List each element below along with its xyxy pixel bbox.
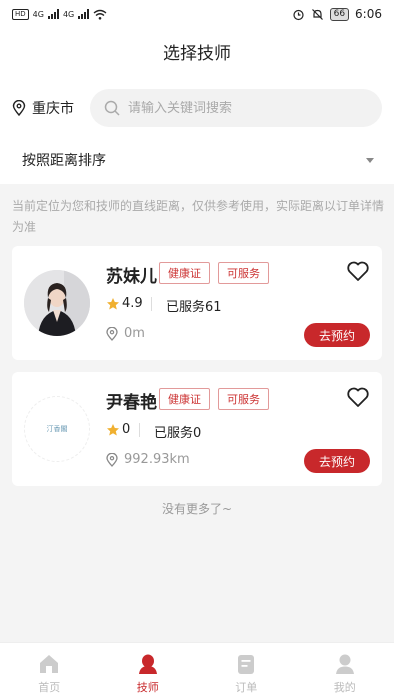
search-box[interactable] [90,89,382,127]
network-label-1: 4G [32,9,44,19]
signal-icon [47,9,59,19]
sort-dropdown[interactable]: 按照距离排序 [22,150,374,170]
wifi-icon [93,9,107,20]
divider [151,297,152,311]
served-count: 已服务0 [154,426,202,441]
technician-name: 苏妹儿 [106,267,157,287]
tag-list: 健康证 可服务 [159,262,269,284]
health-cert-badge: 健康证 [159,262,210,284]
available-badge: 可服务 [218,262,269,284]
alarm-icon [292,9,304,20]
search-icon [104,100,120,116]
tab-label: 首页 [38,681,61,694]
available-badge: 可服务 [218,388,269,410]
city-selector[interactable]: 重庆市 [12,98,74,118]
tag-list: 健康证 可服务 [159,388,269,410]
tab-label: 订单 [235,681,258,694]
profile-icon [335,654,354,674]
tab-label: 我的 [333,681,356,694]
divider [139,423,140,437]
search-input[interactable] [128,100,348,116]
rating-value: 0 [122,422,131,437]
avatar-logo-text: 汀香閣 [46,425,68,433]
hd-badge: HD [12,8,29,20]
network-label-2: 4G [62,9,75,19]
book-button[interactable]: 去预约 [304,323,370,347]
tab-technician[interactable]: 技师 [99,643,198,700]
distance-notice: 当前定位为您和技师的直线距离，仅供参考使用，实际距离以订单详情为准 [12,199,385,234]
technician-card[interactable]: 苏妹儿 健康证 可服务 4.9 已服务61 0m 去预约 [12,246,382,360]
distance: 0m [106,326,145,341]
tab-profile[interactable]: 我的 [296,643,394,700]
avatar: 汀香閣 [24,396,90,462]
signal-icon-2 [78,9,90,19]
list-end-text: 没有更多了~ [161,502,233,516]
clock: 6:06 [355,7,382,21]
rating-value: 4.9 [122,296,143,311]
technician-icon [138,654,157,674]
location-pin-icon [106,452,118,467]
avatar [24,270,90,336]
heart-icon[interactable] [346,386,370,408]
mute-icon [311,8,323,20]
heart-icon[interactable] [346,260,370,282]
technician-card[interactable]: 汀香閣 尹春艳 健康证 可服务 0 已服务0 992.93km 去预约 [12,372,382,486]
sort-label: 按照距离排序 [22,153,106,169]
location-pin-icon [12,100,26,116]
tab-bar: 首页 技师 订单 我的 [0,642,394,700]
star-icon [107,297,119,309]
page-header: 选择技师 [0,28,394,74]
status-bar: HD 4G 4G 66 6:06 [0,0,394,28]
status-bar-right: 66 6:06 [292,7,382,21]
dropdown-caret-icon [366,157,374,163]
tab-home[interactable]: 首页 [0,643,99,700]
order-icon [238,655,255,674]
city-label: 重庆市 [32,101,74,117]
served-count: 已服务61 [166,300,222,315]
home-icon [40,655,59,673]
filter-bar: 重庆市 按照距离排序 [0,74,394,184]
distance-value: 992.93km [124,452,190,467]
health-cert-badge: 健康证 [159,388,210,410]
rating: 0 [106,422,130,437]
status-bar-left: HD 4G 4G [12,8,107,20]
star-icon [107,423,119,435]
page-title: 选择技师 [163,43,231,64]
rating: 4.9 [106,296,143,311]
battery-indicator: 66 [329,7,350,21]
book-button[interactable]: 去预约 [304,449,370,473]
tab-label: 技师 [136,681,159,694]
technician-name: 尹春艳 [106,393,157,413]
distance-value: 0m [124,326,145,341]
tab-orders[interactable]: 订单 [197,643,296,700]
location-pin-icon [106,326,118,341]
distance: 992.93km [106,452,190,467]
